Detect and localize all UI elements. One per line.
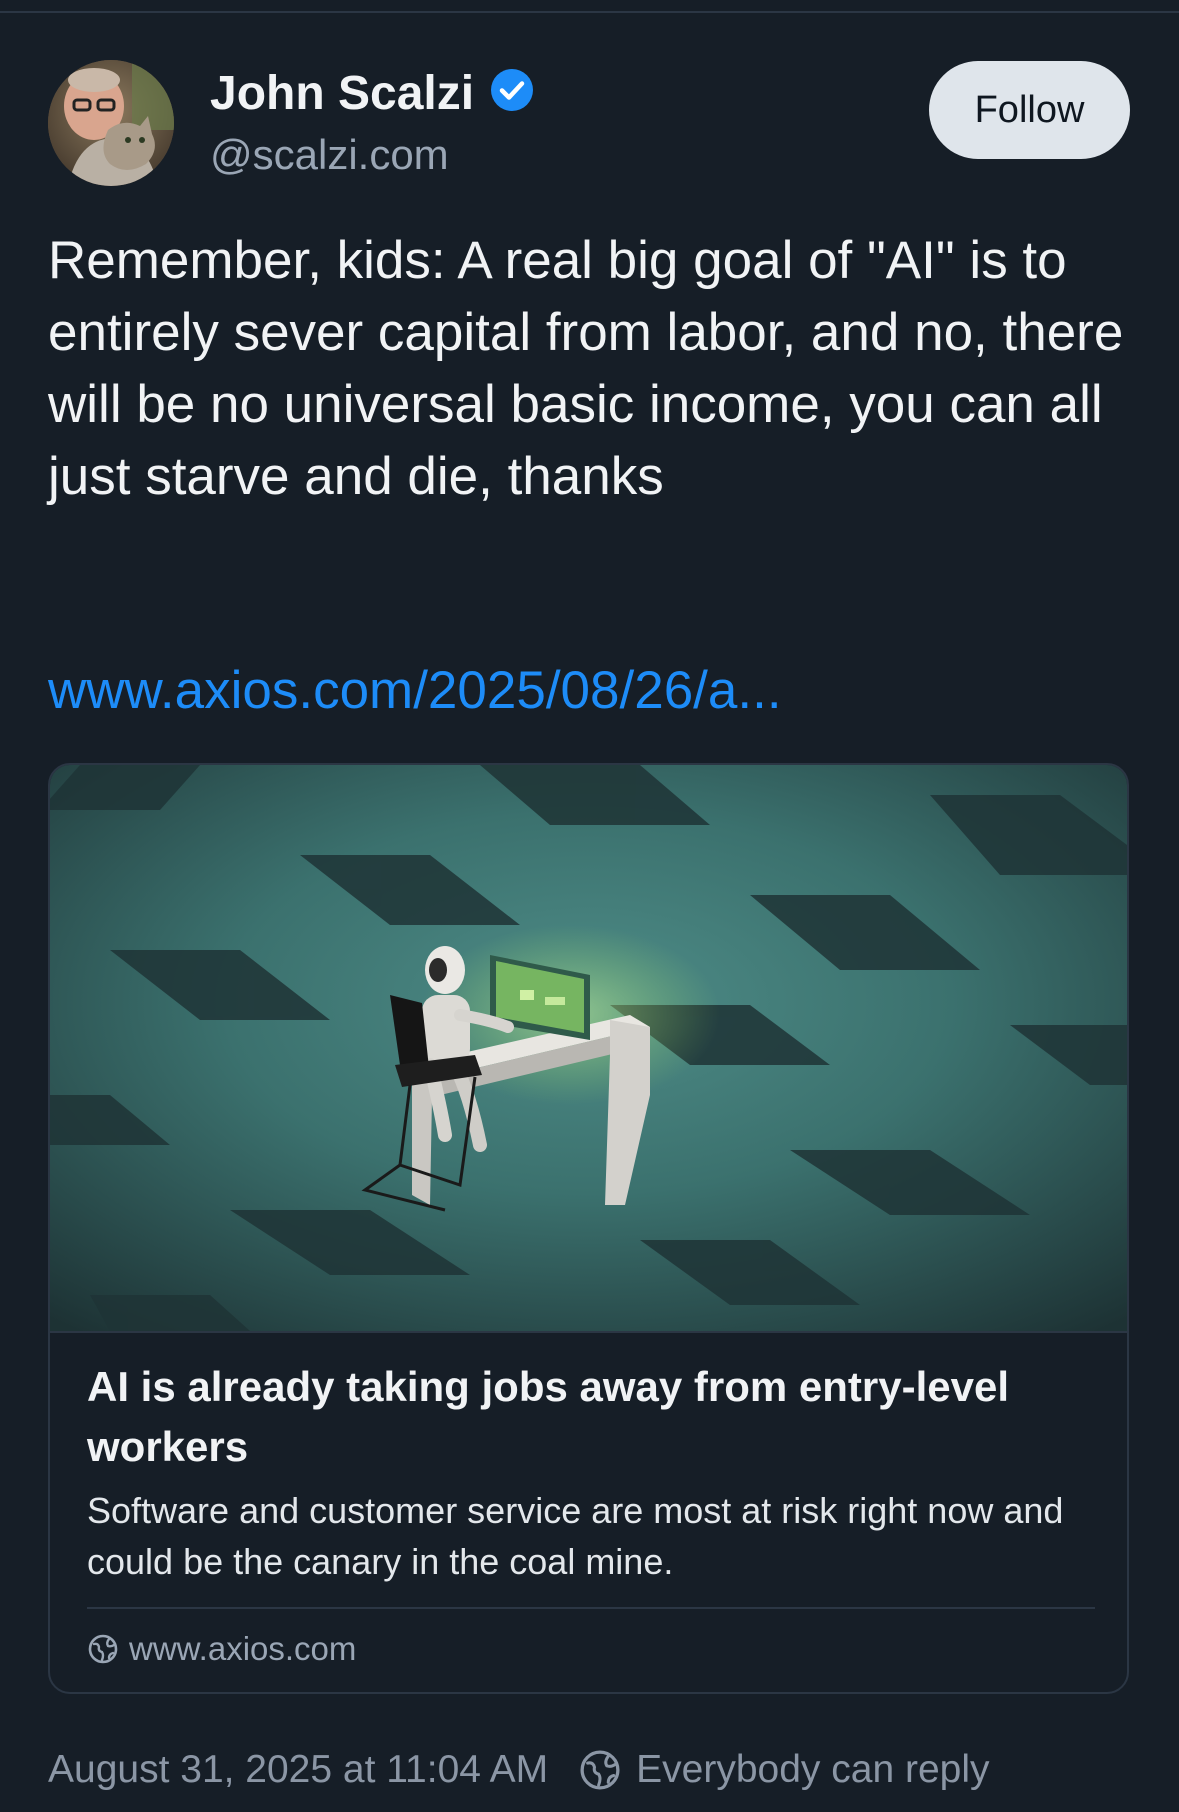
top-divider	[0, 11, 1179, 13]
author-avatar[interactable]	[48, 60, 174, 186]
reply-setting[interactable]: Everybody can reply	[636, 1748, 989, 1792]
card-description: Software and customer service are most a…	[87, 1490, 1064, 1582]
post-footer: August 31, 2025 at 11:04 AM Everybody ca…	[48, 1742, 990, 1798]
card-domain-text: www.axios.com	[129, 1630, 357, 1667]
link-preview-card[interactable]: AI is already taking jobs away from entr…	[48, 763, 1129, 1694]
follow-button[interactable]: Follow	[929, 61, 1130, 159]
post-link[interactable]: www.axios.com/2025/08/26/a...	[48, 655, 782, 727]
post-timestamp: August 31, 2025 at 11:04 AM	[48, 1748, 549, 1791]
card-image-divider	[50, 1331, 1127, 1333]
author-handle[interactable]: @scalzi.com	[210, 130, 535, 180]
verified-check-icon	[490, 69, 533, 111]
author-info[interactable]: John Scalzi @scalzi.com	[210, 66, 535, 180]
globe-icon	[88, 1634, 118, 1664]
avatar-image	[48, 60, 174, 186]
post-thread-view: John Scalzi @scalzi.com Follow Remember,…	[0, 0, 1179, 1812]
globe-icon	[580, 1750, 620, 1790]
link-preview-image	[50, 765, 1127, 1331]
card-title[interactable]: AI is already taking jobs away from entr…	[87, 1357, 1097, 1477]
card-domain: www.axios.com	[87, 1627, 356, 1671]
card-separator	[87, 1607, 1095, 1609]
author-display-name[interactable]: John Scalzi	[210, 66, 474, 122]
post-text: Remember, kids: A real big goal of "AI" …	[48, 231, 1124, 506]
